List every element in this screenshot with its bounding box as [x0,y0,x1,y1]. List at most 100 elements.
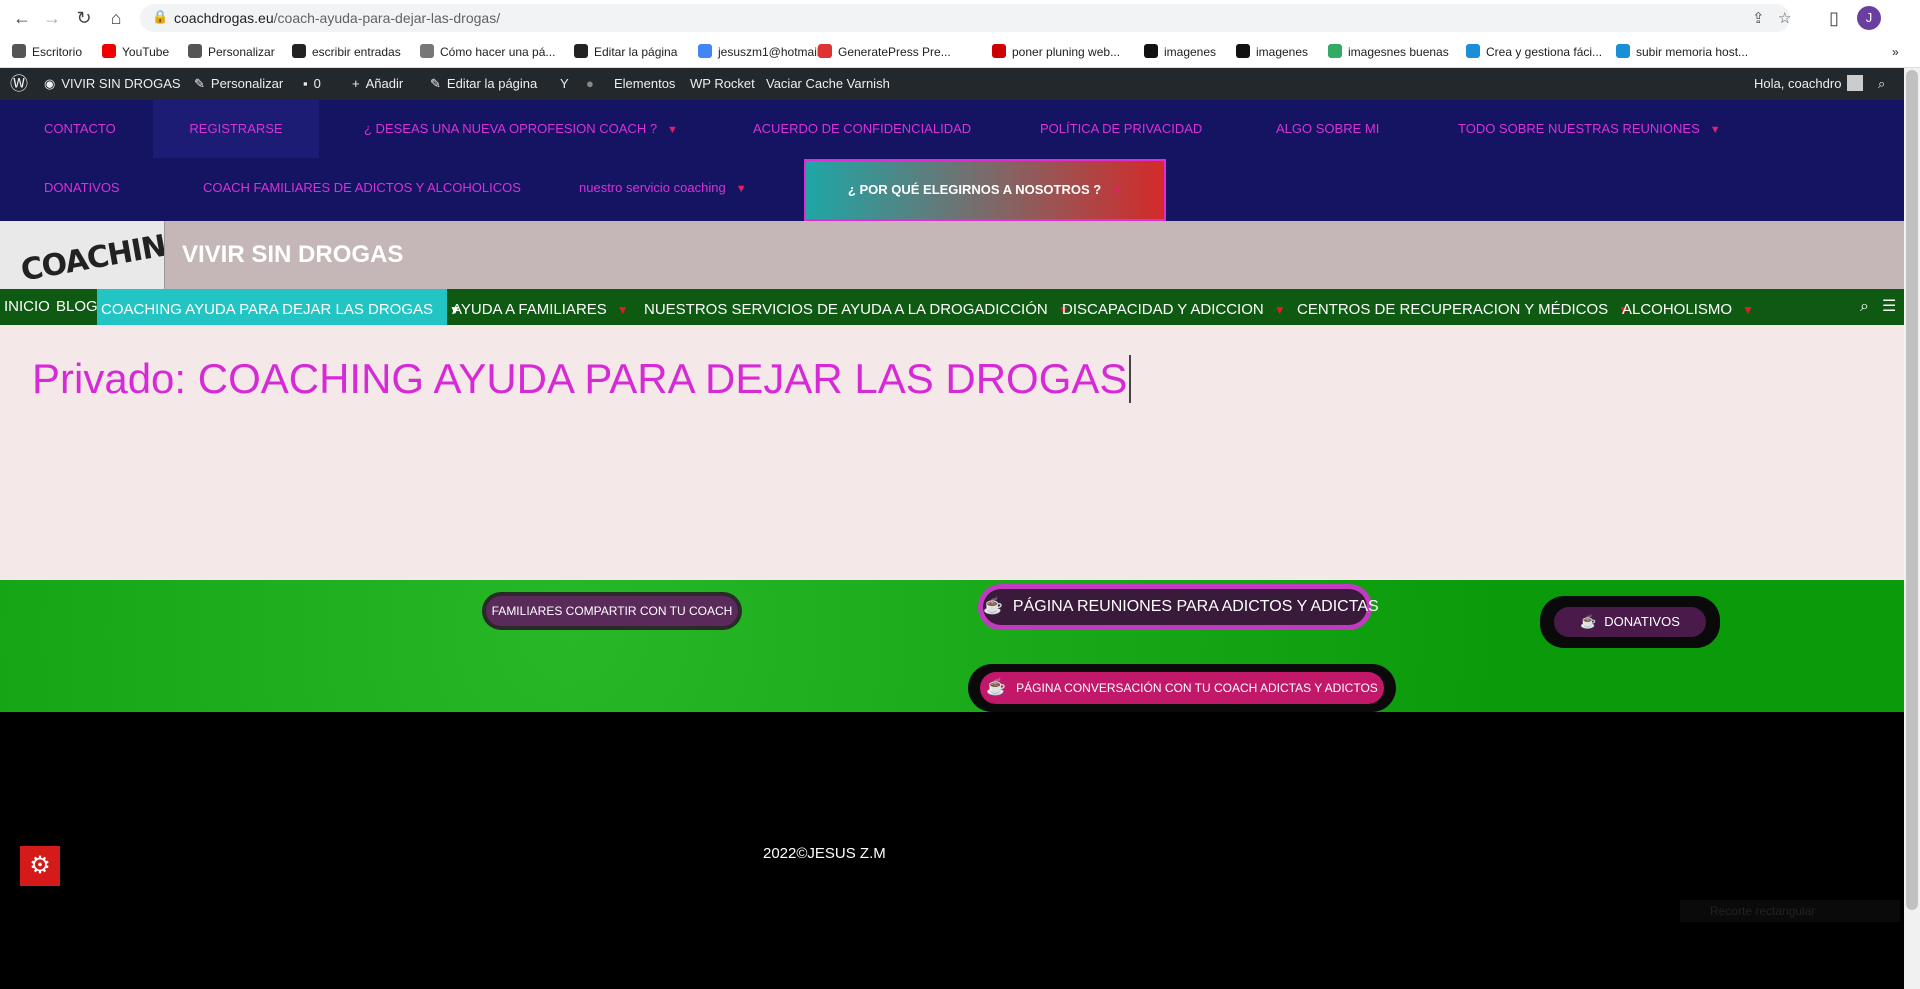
donativos-button[interactable]: ☕ DONATIVOS [1540,596,1720,648]
bookmark-item[interactable]: imagenes [1236,42,1308,62]
menu-item-contacto[interactable]: CONTACTO [28,100,132,158]
bookmark-item[interactable]: imagenes [1144,42,1216,62]
chevron-down-icon: ▼ [667,124,678,136]
bookmark-item[interactable]: Escritorio [12,42,82,62]
main-menu-inicio[interactable]: INICIO [4,289,50,325]
brush-icon: ✎ [194,76,205,91]
bookmark-label: imagesnes buenas [1348,45,1449,59]
menu-item-servicio-coaching[interactable]: nuestro servicio coaching ▼ [579,159,747,217]
menu-item-donativos[interactable]: DONATIVOS [44,159,120,217]
browser-chrome: ← → ↻ ⌂ 🔒 coachdrogas.eu/coach-ayuda-par… [0,0,1920,68]
bookmark-item[interactable]: subir memoria host... [1616,42,1748,62]
profile-avatar[interactable]: J [1857,6,1881,30]
admin-varnish[interactable]: Vaciar Cache Varnish [766,68,890,100]
admin-search-icon[interactable]: ⌕ [1878,68,1885,100]
bookmark-label: imagenes [1256,45,1309,59]
comment-icon: ▪ [303,76,308,91]
youtube-icon [102,44,116,58]
bookmark-label: GeneratePress Pre... [838,45,951,59]
bookmark-item[interactable]: Crea y gestiona fáci... [1466,42,1602,62]
scrollbar-thumb[interactable] [1906,70,1918,910]
coffee-icon: ☕ [983,598,1003,615]
status-dot-icon: ● [586,76,594,91]
gear-icon[interactable]: ⚙ [20,846,60,886]
menu-item-registrarse[interactable]: REGISTRARSE [153,100,319,158]
site-header: COACHING VIVIR SIN DROGAS [0,221,1904,289]
wordpress-icon[interactable]: Ⓦ [10,68,28,100]
bookmarks-bar: Escritorio YouTube Personalizar escribir en… [0,36,1920,68]
menu-item-coach-familiares[interactable]: COACH FAMILIARES DE ADICTOS Y ALCOHOLICO… [203,159,521,217]
bookmark-item[interactable]: Editar la página [574,42,677,62]
menu-item-confidencialidad[interactable]: ACUERDO DE CONFIDENCIALIDAD [753,100,971,158]
admin-comments[interactable]: ▪ 0 [303,68,321,100]
dashboard-icon: ◉ [44,76,56,91]
admin-customize[interactable]: ✎ Personalizar [194,68,283,100]
conversacion-button[interactable]: ☕ PÁGINA CONVERSACIÓN CON TU COACH ADICTA… [968,664,1396,712]
bookmark-item[interactable]: imagesnes buenas [1328,42,1449,62]
forward-icon[interactable]: → [40,6,64,30]
vector-icon [1328,44,1342,58]
chevron-down-icon: ▼ [735,183,747,195]
menu-item-privacidad[interactable]: POLÍTICA DE PRIVACIDAD [1040,100,1202,158]
bookmarks-overflow-icon[interactable]: » [1892,42,1899,62]
admin-site-name[interactable]: ◉ VIVIR SIN DROGAS [44,68,181,100]
familiares-button[interactable]: FAMILIARES COMPARTIR CON TU COACH [482,592,742,630]
hamburger-menu-icon[interactable]: ☰ [1882,289,1896,325]
pencil-icon: ✎ [430,76,441,91]
bookmark-label: Crea y gestiona fáci... [1486,45,1603,59]
menu-item-por-que-elegirnos[interactable]: ¿ POR QUÉ ELEGIRNOS A NOSOTROS ? ▼ [804,159,1166,221]
wordpress-icon [12,44,26,58]
bookmark-label: Editar la página [594,45,678,59]
main-menu-alcoholismo[interactable]: ALCOHOLISMO ▼ [1622,289,1754,325]
main-menu-familiares[interactable]: AYUDA A FAMILIARES ▼ [452,289,629,325]
admin-edit-page[interactable]: ✎ Editar la página [430,68,537,100]
admin-elements[interactable]: Elementos [614,68,675,100]
coffee-icon: ☕ [986,679,1007,696]
admin-greeting[interactable]: Hola, coachdro [1754,68,1864,100]
page-area: CONTACTO REGISTRARSE ¿ DESEAS UNA NUEVA … [0,100,1904,989]
tiktok-icon [1236,44,1250,58]
reload-icon[interactable]: ↻ [72,6,96,30]
share-icon[interactable]: ⇪ [1752,9,1765,27]
yoast-icon[interactable]: Y [560,68,569,100]
home-icon[interactable]: ⌂ [104,6,128,30]
menu-item-profesion-coach[interactable]: ¿ DESEAS UNA NUEVA OPROFESION COACH ? ▼ [364,100,678,158]
bookmark-item[interactable]: Personalizar [188,42,275,62]
reuniones-button[interactable]: ☕ PÁGINA REUNIONES PARA ADICTOS Y ADICTAS [978,584,1379,630]
main-menu-centros[interactable]: CENTROS DE RECUPERACION Y MÉDICOS ▼ [1297,289,1630,325]
main-menu-blog[interactable]: BLOG [56,289,98,325]
menu-search-icon[interactable]: ⌕ [1860,289,1869,325]
bookmark-label: poner pluning web... [1012,45,1121,59]
bookmark-item[interactable]: YouTube [102,42,169,62]
page-icon [420,44,434,58]
bookmark-item[interactable]: GeneratePress Pre... [818,42,951,62]
wp-admin-bar: Ⓦ ◉ VIVIR SIN DROGAS ✎ Personalizar ▪ 0 + Añ… [0,68,1904,100]
bookmark-item[interactable]: escribir entradas [292,42,401,62]
lock-icon: 🔒 [152,9,169,24]
main-menu-servicios[interactable]: NUESTROS SERVICIOS DE AYUDA A LA DROGADI… [644,289,1070,325]
menu-item-algo-sobre-mi[interactable]: ALGO SOBRE MI [1276,100,1379,158]
back-icon[interactable]: ← [10,6,34,30]
site-title[interactable]: VIVIR SIN DROGAS [182,241,403,269]
bookmark-star-icon[interactable]: ☆ [1778,9,1791,27]
wordpress-icon [188,44,202,58]
bookmark-item[interactable]: jesuszm1@hotmail.... [698,42,833,62]
main-menu: INICIO BLOG COACHING AYUDA PARA DEJAR LA… [0,289,1904,325]
snipping-tooltip: Recorte rectangular [1680,900,1900,922]
coffee-icon: ☕ [1580,614,1597,629]
main-menu-coaching[interactable]: COACHING AYUDA PARA DEJAR LAS DROGAS ▼ [97,289,461,325]
address-bar[interactable]: 🔒 coachdrogas.eu/coach-ayuda-para-dejar-… [140,4,1791,32]
user-avatar-icon [1847,75,1864,91]
menu-item-reuniones[interactable]: TODO SOBRE NUESTRAS REUNIONES ▼ [1458,100,1721,158]
bookmark-item[interactable]: poner pluning web... [992,42,1120,62]
main-menu-discapacidad[interactable]: DISCAPACIDAD Y ADICCION ▼ [1062,289,1286,325]
content-area: Privado: COACHING AYUDA PARA DEJAR LAS D… [0,325,1904,580]
chevron-down-icon: ▼ [1742,303,1754,317]
admin-add-new[interactable]: + Añadir [352,68,403,100]
sidepanel-icon[interactable]: ▯ [1822,6,1846,30]
chevron-down-icon: ▼ [1273,303,1286,317]
app-icon [1466,44,1480,58]
admin-wp-rocket[interactable]: WP Rocket [690,68,755,100]
site-logo[interactable]: COACHING [0,221,165,289]
bookmark-item[interactable]: Cómo hacer una pá... [420,42,555,62]
